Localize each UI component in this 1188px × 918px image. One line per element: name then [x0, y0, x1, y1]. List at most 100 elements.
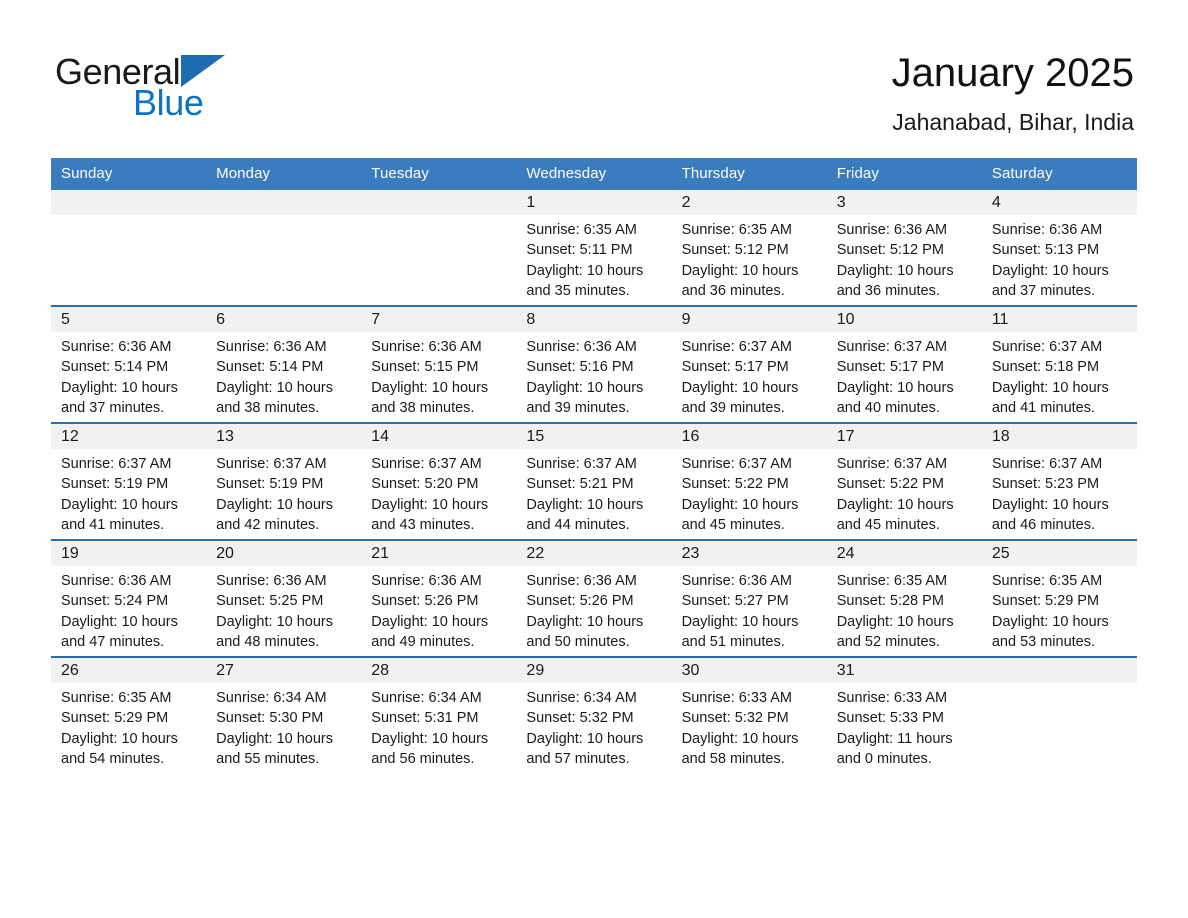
- calendar-day-cell[interactable]: 12 Sunrise: 6:37 AM Sunset: 5:19 PM Dayligh…: [51, 422, 207, 540]
- day-detail-sunset: Sunset: 5:12 PM: [836, 242, 944, 259]
- day-detail-sunset: Sunset: 5:29 PM: [61, 710, 169, 727]
- day-cell-inner: 20 Sunrise: 6:36 AM Sunset: 5:25 PM Dayligh…: [206, 541, 362, 656]
- calendar-day-cell[interactable]: 21 Sunrise: 6:36 AM Sunset: 5:26 PM Dayligh…: [361, 539, 517, 657]
- weekday-header-tuesday: Tuesday: [361, 158, 517, 190]
- day-detail-daylight-1: Daylight: 10 hours: [836, 262, 954, 279]
- calendar-day-cell[interactable]: 30 Sunrise: 6:33 AM Sunset: 5:32 PM Dayligh…: [671, 656, 827, 773]
- calendar-week-row: 26 Sunrise: 6:35 AM Sunset: 5:29 PM Dayligh…: [51, 656, 1137, 773]
- day-cell-inner: 15 Sunrise: 6:37 AM Sunset: 5:21 PM Dayligh…: [516, 424, 672, 539]
- day-number: 30: [671, 658, 827, 683]
- day-detail-sunrise: Sunrise: 6:33 AM: [681, 690, 792, 706]
- calendar-day-cell[interactable]: 8 Sunrise: 6:36 AM Sunset: 5:16 PM Daylight…: [516, 305, 672, 423]
- day-detail-sunset: Sunset: 5:22 PM: [681, 476, 789, 493]
- calendar-day-cell[interactable]: 18 Sunrise: 6:37 AM Sunset: 5:23 PM Dayligh…: [981, 422, 1137, 540]
- day-details: Sunrise: 6:37 AM Sunset: 5:22 PM Daylight:…: [827, 449, 982, 535]
- day-detail-sunset: Sunset: 5:22 PM: [836, 476, 944, 493]
- weekday-header-wednesday: Wednesday: [516, 158, 672, 190]
- day-number: 5: [51, 307, 207, 332]
- day-details: Sunrise: 6:33 AM Sunset: 5:33 PM Daylight:…: [827, 683, 982, 769]
- calendar-day-cell[interactable]: 23 Sunrise: 6:36 AM Sunset: 5:27 PM Dayligh…: [671, 539, 827, 657]
- calendar-day-cell[interactable]: 5 Sunrise: 6:36 AM Sunset: 5:14 PM Daylight…: [51, 305, 207, 423]
- day-detail-daylight-1: Daylight: 10 hours: [681, 613, 799, 630]
- day-cell-inner: 30 Sunrise: 6:33 AM Sunset: 5:32 PM Dayligh…: [671, 658, 827, 773]
- day-cell-inner: 25 Sunrise: 6:35 AM Sunset: 5:29 PM Dayligh…: [981, 541, 1137, 656]
- day-detail-sunset: Sunset: 5:19 PM: [61, 476, 169, 493]
- day-number: 19: [51, 541, 207, 566]
- day-number: 8: [516, 307, 672, 332]
- calendar-day-cell[interactable]: 6 Sunrise: 6:36 AM Sunset: 5:14 PM Daylight…: [206, 305, 362, 423]
- day-number: [981, 658, 1137, 683]
- calendar-day-cell[interactable]: 31 Sunrise: 6:33 AM Sunset: 5:33 PM Dayligh…: [826, 656, 982, 773]
- calendar-day-cell[interactable]: 15 Sunrise: 6:37 AM Sunset: 5:21 PM Dayligh…: [516, 422, 672, 540]
- calendar-day-cell[interactable]: 4 Sunrise: 6:36 AM Sunset: 5:13 PM Daylight…: [981, 190, 1137, 306]
- day-detail-sunset: Sunset: 5:33 PM: [836, 710, 944, 727]
- day-detail-sunrise: Sunrise: 6:36 AM: [991, 222, 1103, 238]
- calendar-day-cell[interactable]: 17 Sunrise: 6:37 AM Sunset: 5:22 PM Dayligh…: [826, 422, 982, 540]
- calendar-day-cell[interactable]: 24 Sunrise: 6:35 AM Sunset: 5:28 PM Dayligh…: [826, 539, 982, 657]
- day-detail-daylight-2: and 45 minutes.: [681, 516, 785, 533]
- day-detail-daylight-2: and 39 minutes.: [681, 399, 785, 416]
- day-detail-sunrise: Sunrise: 6:34 AM: [216, 690, 327, 706]
- day-cell-inner: [51, 190, 207, 305]
- day-number: 7: [361, 307, 517, 332]
- calendar-day-cell[interactable]: 3 Sunrise: 6:36 AM Sunset: 5:12 PM Daylight…: [826, 190, 982, 306]
- day-detail-sunset: Sunset: 5:19 PM: [216, 476, 324, 493]
- day-cell-inner: 29 Sunrise: 6:34 AM Sunset: 5:32 PM Dayligh…: [516, 658, 672, 773]
- calendar-day-cell[interactable]: 9 Sunrise: 6:37 AM Sunset: 5:17 PM Daylight…: [671, 305, 827, 423]
- day-detail-sunrise: Sunrise: 6:36 AM: [216, 339, 327, 355]
- day-detail-daylight-1: Daylight: 11 hours: [836, 730, 953, 747]
- calendar-day-cell[interactable]: 14 Sunrise: 6:37 AM Sunset: 5:20 PM Dayligh…: [361, 422, 517, 540]
- general-blue-logo[interactable]: General Blue: [55, 52, 355, 132]
- day-cell-inner: 6 Sunrise: 6:36 AM Sunset: 5:14 PM Daylight…: [206, 307, 362, 422]
- calendar-day-cell[interactable]: 7 Sunrise: 6:36 AM Sunset: 5:15 PM Daylight…: [361, 305, 517, 423]
- day-detail-daylight-2: and 56 minutes.: [371, 750, 475, 767]
- day-detail-sunset: Sunset: 5:23 PM: [991, 476, 1100, 493]
- calendar-day-cell[interactable]: 28 Sunrise: 6:34 AM Sunset: 5:31 PM Dayligh…: [361, 656, 517, 773]
- day-detail-sunrise: Sunrise: 6:37 AM: [681, 456, 792, 472]
- day-detail-daylight-2: and 38 minutes.: [216, 399, 320, 416]
- day-detail-sunset: Sunset: 5:13 PM: [991, 242, 1100, 259]
- day-details: Sunrise: 6:37 AM Sunset: 5:18 PM Daylight:…: [982, 332, 1137, 418]
- day-detail-sunrise: Sunrise: 6:36 AM: [371, 339, 482, 355]
- day-detail-sunset: Sunset: 5:17 PM: [681, 359, 789, 376]
- day-detail-sunset: Sunset: 5:28 PM: [836, 593, 944, 610]
- page-subtitle-location: Jahanabad, Bihar, India: [892, 109, 1134, 135]
- day-detail-sunset: Sunset: 5:27 PM: [681, 593, 789, 610]
- calendar-day-cell[interactable]: 29 Sunrise: 6:34 AM Sunset: 5:32 PM Dayligh…: [516, 656, 672, 773]
- calendar-day-cell[interactable]: 11 Sunrise: 6:37 AM Sunset: 5:18 PM Dayligh…: [981, 305, 1137, 423]
- calendar-day-cell[interactable]: 19 Sunrise: 6:36 AM Sunset: 5:24 PM Dayligh…: [51, 539, 207, 657]
- day-detail-daylight-1: Daylight: 10 hours: [681, 379, 799, 396]
- calendar-day-cell[interactable]: 2 Sunrise: 6:35 AM Sunset: 5:12 PM Daylight…: [671, 190, 827, 306]
- day-detail-daylight-1: Daylight: 10 hours: [681, 730, 799, 747]
- day-cell-inner: 19 Sunrise: 6:36 AM Sunset: 5:24 PM Dayligh…: [51, 541, 207, 656]
- calendar-day-cell[interactable]: 16 Sunrise: 6:37 AM Sunset: 5:22 PM Dayligh…: [671, 422, 827, 540]
- day-details: Sunrise: 6:37 AM Sunset: 5:17 PM Daylight:…: [827, 332, 982, 418]
- calendar-day-cell[interactable]: 22 Sunrise: 6:36 AM Sunset: 5:26 PM Dayligh…: [516, 539, 672, 657]
- day-details: Sunrise: 6:34 AM Sunset: 5:31 PM Daylight:…: [361, 683, 516, 769]
- calendar-day-cell[interactable]: 27 Sunrise: 6:34 AM Sunset: 5:30 PM Dayligh…: [206, 656, 362, 773]
- calendar-day-cell[interactable]: 26 Sunrise: 6:35 AM Sunset: 5:29 PM Dayligh…: [51, 656, 207, 773]
- day-cell-inner: 1 Sunrise: 6:35 AM Sunset: 5:11 PM Daylight…: [516, 190, 672, 305]
- calendar-day-cell[interactable]: 20 Sunrise: 6:36 AM Sunset: 5:25 PM Dayligh…: [206, 539, 362, 657]
- day-number: [206, 190, 362, 215]
- day-cell-inner: 11 Sunrise: 6:37 AM Sunset: 5:18 PM Dayligh…: [981, 307, 1137, 422]
- weekday-header-friday: Friday: [826, 158, 982, 190]
- calendar-week-row: 1 Sunrise: 6:35 AM Sunset: 5:11 PM Daylight…: [51, 190, 1137, 306]
- calendar-day-cell[interactable]: 10 Sunrise: 6:37 AM Sunset: 5:17 PM Dayligh…: [826, 305, 982, 423]
- day-number: [51, 190, 207, 215]
- day-details: Sunrise: 6:37 AM Sunset: 5:21 PM Daylight:…: [516, 449, 671, 535]
- calendar-day-cell[interactable]: 25 Sunrise: 6:35 AM Sunset: 5:29 PM Dayligh…: [981, 539, 1137, 657]
- day-detail-sunset: Sunset: 5:12 PM: [681, 242, 789, 259]
- calendar-page: General Blue January 2025 Jahanabad, Bih…: [0, 0, 1188, 918]
- day-detail-sunrise: Sunrise: 6:36 AM: [836, 222, 948, 238]
- day-number: 1: [516, 190, 672, 215]
- calendar-day-cell[interactable]: 13 Sunrise: 6:37 AM Sunset: 5:19 PM Dayligh…: [206, 422, 362, 540]
- calendar-day-cell[interactable]: 1 Sunrise: 6:35 AM Sunset: 5:11 PM Daylight…: [516, 190, 672, 306]
- day-details: Sunrise: 6:37 AM Sunset: 5:17 PM Daylight:…: [672, 332, 827, 418]
- day-cell-inner: 14 Sunrise: 6:37 AM Sunset: 5:20 PM Dayligh…: [361, 424, 517, 539]
- day-detail-daylight-2: and 38 minutes.: [371, 399, 475, 416]
- day-number: 20: [206, 541, 362, 566]
- day-detail-daylight-1: Daylight: 10 hours: [216, 496, 334, 513]
- day-detail-sunrise: Sunrise: 6:34 AM: [371, 690, 482, 706]
- day-detail-sunrise: Sunrise: 6:37 AM: [836, 339, 948, 355]
